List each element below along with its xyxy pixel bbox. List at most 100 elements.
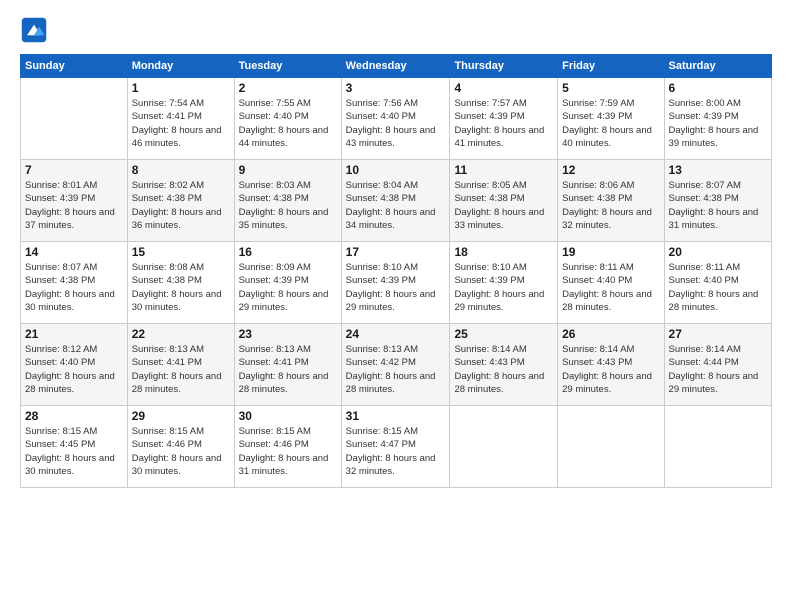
day-number: 28 — [25, 409, 123, 423]
week-row-4: 21Sunrise: 8:12 AMSunset: 4:40 PMDayligh… — [21, 324, 772, 406]
day-detail: Sunrise: 8:03 AMSunset: 4:38 PMDaylight:… — [239, 179, 337, 232]
calendar-cell: 9 Sunrise: 8:03 AMSunset: 4:38 PMDaylight… — [234, 160, 341, 242]
day-number: 14 — [25, 245, 123, 259]
week-row-3: 14 Sunrise: 8:07 AMSunset: 4:38 PMDayligh… — [21, 242, 772, 324]
header — [20, 16, 772, 44]
weekday-header-friday: Friday — [558, 55, 664, 78]
day-detail: Sunrise: 8:02 AMSunset: 4:38 PMDaylight:… — [132, 179, 230, 232]
day-number: 2 — [239, 81, 337, 95]
day-number: 9 — [239, 163, 337, 177]
day-number: 8 — [132, 163, 230, 177]
day-number: 30 — [239, 409, 337, 423]
day-detail: Sunrise: 7:59 AMSunset: 4:39 PMDaylight:… — [562, 97, 659, 150]
weekday-header-sunday: Sunday — [21, 55, 128, 78]
day-detail: Sunrise: 8:09 AMSunset: 4:39 PMDaylight:… — [239, 261, 337, 314]
calendar-cell: 17 Sunrise: 8:10 AMSunset: 4:39 PMDayligh… — [341, 242, 450, 324]
calendar-cell: 13 Sunrise: 8:07 AMSunset: 4:38 PMDayligh… — [664, 160, 771, 242]
day-number: 7 — [25, 163, 123, 177]
calendar-cell: 22 Sunrise: 8:13 AMSunset: 4:41 PMDayligh… — [127, 324, 234, 406]
day-detail: Sunrise: 7:56 AMSunset: 4:40 PMDaylight:… — [346, 97, 446, 150]
day-number: 29 — [132, 409, 230, 423]
day-number: 20 — [669, 245, 767, 259]
day-number: 31 — [346, 409, 446, 423]
day-number: 26 — [562, 327, 659, 341]
day-number: 1 — [132, 81, 230, 95]
calendar-cell: 16 Sunrise: 8:09 AMSunset: 4:39 PMDayligh… — [234, 242, 341, 324]
calendar-cell: 28 Sunrise: 8:15 AMSunset: 4:45 PMDayligh… — [21, 406, 128, 488]
calendar-cell: 11 Sunrise: 8:05 AMSunset: 4:38 PMDayligh… — [450, 160, 558, 242]
day-detail: Sunrise: 8:15 AMSunset: 4:45 PMDaylight:… — [25, 425, 123, 478]
day-number: 3 — [346, 81, 446, 95]
week-row-2: 7 Sunrise: 8:01 AMSunset: 4:39 PMDaylight… — [21, 160, 772, 242]
calendar-cell: 27Sunrise: 8:14 AMSunset: 4:44 PMDayligh… — [664, 324, 771, 406]
day-detail: Sunrise: 8:06 AMSunset: 4:38 PMDaylight:… — [562, 179, 659, 232]
day-detail: Sunrise: 7:55 AMSunset: 4:40 PMDaylight:… — [239, 97, 337, 150]
calendar-cell: 29Sunrise: 8:15 AMSunset: 4:46 PMDayligh… — [127, 406, 234, 488]
day-detail: Sunrise: 8:13 AMSunset: 4:41 PMDaylight:… — [132, 343, 230, 396]
day-detail: Sunrise: 8:05 AMSunset: 4:38 PMDaylight:… — [454, 179, 553, 232]
day-detail: Sunrise: 8:11 AMSunset: 4:40 PMDaylight:… — [562, 261, 659, 314]
day-number: 16 — [239, 245, 337, 259]
calendar-cell: 12 Sunrise: 8:06 AMSunset: 4:38 PMDayligh… — [558, 160, 664, 242]
calendar-cell — [450, 406, 558, 488]
day-detail: Sunrise: 8:15 AMSunset: 4:46 PMDaylight:… — [239, 425, 337, 478]
day-detail: Sunrise: 8:15 AMSunset: 4:47 PMDaylight:… — [346, 425, 446, 478]
day-detail: Sunrise: 8:07 AMSunset: 4:38 PMDaylight:… — [25, 261, 123, 314]
day-detail: Sunrise: 7:57 AMSunset: 4:39 PMDaylight:… — [454, 97, 553, 150]
calendar-cell — [664, 406, 771, 488]
calendar-table: SundayMondayTuesdayWednesdayThursdayFrid… — [20, 54, 772, 488]
calendar-cell: 18 Sunrise: 8:10 AMSunset: 4:39 PMDayligh… — [450, 242, 558, 324]
day-detail: Sunrise: 8:14 AMSunset: 4:43 PMDaylight:… — [562, 343, 659, 396]
calendar-cell: 26 Sunrise: 8:14 AMSunset: 4:43 PMDayligh… — [558, 324, 664, 406]
calendar-cell: 10Sunrise: 8:04 AMSunset: 4:38 PMDayligh… — [341, 160, 450, 242]
calendar-cell: 3 Sunrise: 7:56 AMSunset: 4:40 PMDaylight… — [341, 78, 450, 160]
calendar-cell: 30 Sunrise: 8:15 AMSunset: 4:46 PMDayligh… — [234, 406, 341, 488]
calendar-cell — [558, 406, 664, 488]
weekday-header-row: SundayMondayTuesdayWednesdayThursdayFrid… — [21, 55, 772, 78]
calendar-cell: 5 Sunrise: 7:59 AMSunset: 4:39 PMDaylight… — [558, 78, 664, 160]
day-number: 22 — [132, 327, 230, 341]
calendar-cell: 25Sunrise: 8:14 AMSunset: 4:43 PMDayligh… — [450, 324, 558, 406]
calendar-cell: 31 Sunrise: 8:15 AMSunset: 4:47 PMDayligh… — [341, 406, 450, 488]
calendar-cell: 23Sunrise: 8:13 AMSunset: 4:41 PMDayligh… — [234, 324, 341, 406]
day-number: 21 — [25, 327, 123, 341]
calendar-cell: 20 Sunrise: 8:11 AMSunset: 4:40 PMDayligh… — [664, 242, 771, 324]
logo — [20, 16, 52, 44]
day-detail: Sunrise: 8:13 AMSunset: 4:42 PMDaylight:… — [346, 343, 446, 396]
calendar-cell: 15 Sunrise: 8:08 AMSunset: 4:38 PMDayligh… — [127, 242, 234, 324]
calendar-cell: 8 Sunrise: 8:02 AMSunset: 4:38 PMDaylight… — [127, 160, 234, 242]
weekday-header-thursday: Thursday — [450, 55, 558, 78]
day-number: 12 — [562, 163, 659, 177]
weekday-header-saturday: Saturday — [664, 55, 771, 78]
day-detail: Sunrise: 8:08 AMSunset: 4:38 PMDaylight:… — [132, 261, 230, 314]
day-number: 13 — [669, 163, 767, 177]
day-detail: Sunrise: 8:10 AMSunset: 4:39 PMDaylight:… — [454, 261, 553, 314]
page: SundayMondayTuesdayWednesdayThursdayFrid… — [0, 0, 792, 612]
day-detail: Sunrise: 8:00 AMSunset: 4:39 PMDaylight:… — [669, 97, 767, 150]
calendar-cell: 2 Sunrise: 7:55 AMSunset: 4:40 PMDaylight… — [234, 78, 341, 160]
week-row-1: 1Sunrise: 7:54 AMSunset: 4:41 PMDaylight… — [21, 78, 772, 160]
day-number: 17 — [346, 245, 446, 259]
day-number: 5 — [562, 81, 659, 95]
day-number: 24 — [346, 327, 446, 341]
weekday-header-wednesday: Wednesday — [341, 55, 450, 78]
day-number: 15 — [132, 245, 230, 259]
day-number: 4 — [454, 81, 553, 95]
day-detail: Sunrise: 8:14 AMSunset: 4:43 PMDaylight:… — [454, 343, 553, 396]
weekday-header-tuesday: Tuesday — [234, 55, 341, 78]
day-detail: Sunrise: 8:01 AMSunset: 4:39 PMDaylight:… — [25, 179, 123, 232]
calendar-cell — [21, 78, 128, 160]
day-number: 11 — [454, 163, 553, 177]
day-detail: Sunrise: 8:10 AMSunset: 4:39 PMDaylight:… — [346, 261, 446, 314]
week-row-5: 28 Sunrise: 8:15 AMSunset: 4:45 PMDayligh… — [21, 406, 772, 488]
day-detail: Sunrise: 8:07 AMSunset: 4:38 PMDaylight:… — [669, 179, 767, 232]
day-detail: Sunrise: 8:11 AMSunset: 4:40 PMDaylight:… — [669, 261, 767, 314]
calendar-cell: 24 Sunrise: 8:13 AMSunset: 4:42 PMDayligh… — [341, 324, 450, 406]
day-number: 18 — [454, 245, 553, 259]
calendar-cell: 14 Sunrise: 8:07 AMSunset: 4:38 PMDayligh… — [21, 242, 128, 324]
calendar-cell: 4 Sunrise: 7:57 AMSunset: 4:39 PMDaylight… — [450, 78, 558, 160]
calendar-cell: 19Sunrise: 8:11 AMSunset: 4:40 PMDayligh… — [558, 242, 664, 324]
day-number: 27 — [669, 327, 767, 341]
calendar-cell: 21Sunrise: 8:12 AMSunset: 4:40 PMDayligh… — [21, 324, 128, 406]
day-number: 6 — [669, 81, 767, 95]
